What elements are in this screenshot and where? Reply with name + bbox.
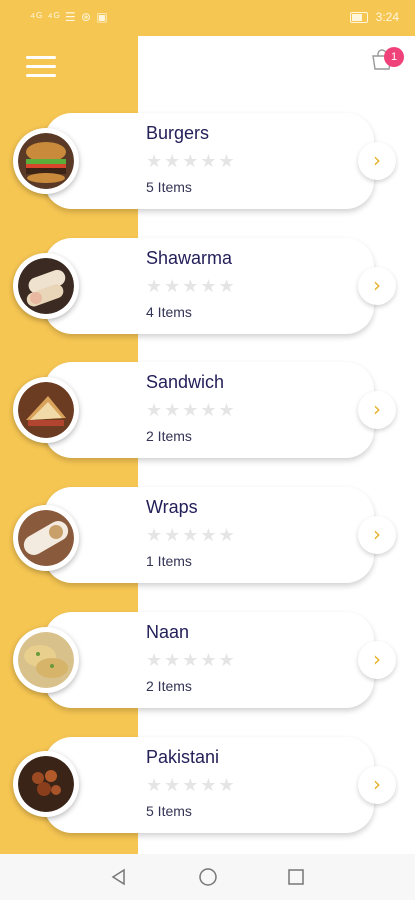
category-title: Wraps [146, 497, 198, 517]
item-count: 5 Items [146, 179, 192, 195]
category-card-pakistani[interactable]: Pakistani ★★★★★ 5 Items [44, 737, 374, 833]
rating-stars: ★★★★★ [146, 525, 237, 545]
category-card-wraps[interactable]: Wraps ★★★★★ 1 Items [44, 487, 374, 583]
open-category-button[interactable]: › [358, 641, 396, 679]
open-category-button[interactable]: › [358, 516, 396, 554]
sandwich-image [18, 382, 74, 438]
home-icon[interactable] [198, 867, 218, 887]
wrap-image [18, 510, 74, 566]
hamburger-menu-icon[interactable] [26, 56, 56, 78]
category-thumb-sandwich[interactable] [13, 377, 79, 443]
status-icons: ⁴ᴳ ⁴ᴳ ☰ ⊛ ▣ [30, 10, 109, 24]
rating-stars: ★★★★★ [146, 400, 237, 420]
cart-count-badge: 1 [384, 47, 404, 67]
rating-stars: ★★★★★ [146, 151, 237, 171]
category-card-sandwich[interactable]: Sandwich ★★★★★ 2 Items [44, 362, 374, 458]
open-category-button[interactable]: › [358, 142, 396, 180]
rating-stars: ★★★★★ [146, 650, 237, 670]
category-thumb-wraps[interactable] [13, 505, 79, 571]
item-count: 1 Items [146, 553, 192, 569]
category-card-shawarma[interactable]: Shawarma ★★★★★ 4 Items [44, 238, 374, 334]
category-title: Naan [146, 622, 190, 642]
status-right: 3:24 [350, 10, 399, 24]
chevron-right-icon: › [373, 772, 381, 796]
category-thumb-pakistani[interactable] [13, 751, 79, 817]
chevron-right-icon: › [373, 397, 381, 421]
chevron-right-icon: › [373, 273, 381, 297]
chevron-right-icon: › [373, 522, 381, 546]
open-category-button[interactable]: › [358, 391, 396, 429]
category-thumb-burgers[interactable] [13, 128, 79, 194]
curry-image [18, 756, 74, 812]
category-thumb-shawarma[interactable] [13, 253, 79, 319]
category-card-naan[interactable]: Naan ★★★★★ 2 Items [44, 612, 374, 708]
naan-image [18, 632, 74, 688]
category-title: Shawarma [146, 248, 233, 268]
item-count: 5 Items [146, 803, 192, 819]
back-icon[interactable] [109, 867, 129, 887]
battery-icon [350, 12, 369, 24]
category-title: Sandwich [146, 372, 225, 392]
open-category-button[interactable]: › [358, 766, 396, 804]
category-thumb-naan[interactable] [13, 627, 79, 693]
category-title: Pakistani [146, 747, 220, 767]
shawarma-image [18, 258, 74, 314]
system-nav-bar [0, 854, 415, 900]
burger-image [18, 133, 74, 189]
item-count: 2 Items [146, 428, 192, 444]
recent-apps-icon[interactable] [286, 867, 306, 887]
chevron-right-icon: › [373, 647, 381, 671]
status-time: 3:24 [375, 10, 399, 24]
category-title: Burgers [146, 123, 210, 143]
item-count: 2 Items [146, 678, 192, 694]
status-bar: ⁴ᴳ ⁴ᴳ ☰ ⊛ ▣ 3:24 [0, 0, 415, 36]
item-count: 4 Items [146, 304, 192, 320]
rating-stars: ★★★★★ [146, 775, 237, 795]
chevron-right-icon: › [373, 148, 381, 172]
open-category-button[interactable]: › [358, 267, 396, 305]
category-card-burgers[interactable]: Burgers ★★★★★ 5 Items [44, 113, 374, 209]
rating-stars: ★★★★★ [146, 276, 237, 296]
